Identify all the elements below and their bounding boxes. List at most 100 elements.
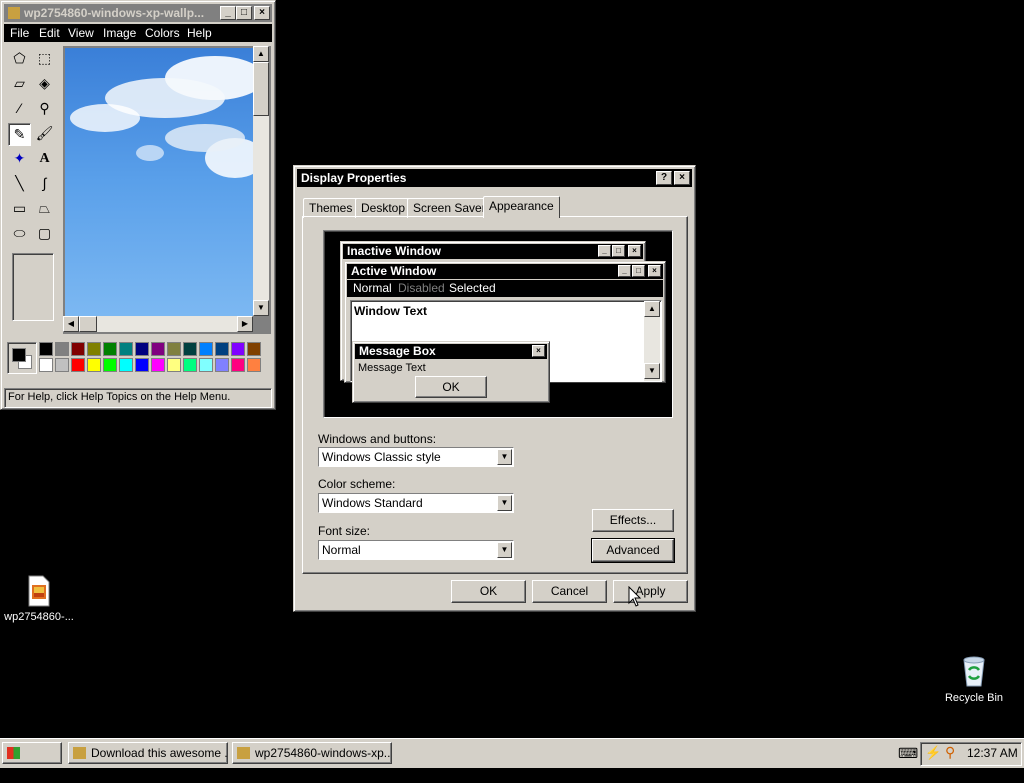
taskbar-item-paint[interactable]: wp2754860-windows-xp... bbox=[232, 742, 392, 764]
color-swatch[interactable] bbox=[183, 358, 197, 372]
start-button[interactable]: FOUDA bbox=[2, 742, 62, 780]
display-titlebar[interactable]: Display Properties ? × bbox=[297, 169, 692, 187]
color-swatch[interactable] bbox=[119, 358, 133, 372]
menu-image[interactable]: Image bbox=[103, 24, 136, 42]
color-picker-tool[interactable]: ⁄ bbox=[8, 98, 31, 121]
recycle-bin-icon[interactable]: Recycle Bin bbox=[940, 656, 1008, 712]
windows-buttons-select[interactable]: Windows Classic style ▼ bbox=[318, 447, 514, 467]
font-size-select[interactable]: Normal ▼ bbox=[318, 540, 514, 560]
color-swatch[interactable] bbox=[55, 342, 69, 356]
network-icon[interactable]: ⚡ bbox=[925, 745, 941, 761]
vertical-scrollbar[interactable]: ▲ ▼ bbox=[253, 46, 269, 316]
color-swatch[interactable] bbox=[247, 358, 261, 372]
color-swatch[interactable] bbox=[71, 358, 85, 372]
paint-title: wp2754860-windows-xp-wallp... bbox=[24, 6, 205, 20]
menu-file[interactable]: File bbox=[10, 24, 29, 42]
scroll-right-button[interactable]: ▶ bbox=[237, 316, 253, 332]
color-swatch[interactable] bbox=[103, 342, 117, 356]
tab-themes[interactable]: Themes bbox=[303, 198, 359, 218]
advanced-button[interactable]: Advanced bbox=[591, 538, 675, 563]
taskbar-item-download[interactable]: Download this awesome ... bbox=[68, 742, 228, 764]
menu-view[interactable]: View bbox=[68, 24, 94, 42]
color-swatch[interactable] bbox=[231, 358, 245, 372]
help-button[interactable]: ? bbox=[656, 171, 672, 185]
search-icon[interactable]: ⚲ bbox=[945, 744, 955, 761]
close-button[interactable]: × bbox=[674, 171, 690, 185]
rounded-rectangle-tool[interactable]: ▢ bbox=[33, 223, 56, 246]
color-swatch[interactable] bbox=[135, 342, 149, 356]
clock[interactable]: 12:37 AM bbox=[967, 746, 1018, 760]
free-select-tool[interactable]: ⬠ bbox=[8, 48, 31, 71]
pencil-tool[interactable]: ✎ bbox=[8, 123, 31, 146]
tab-appearance[interactable]: Appearance bbox=[483, 196, 560, 218]
chevron-down-icon[interactable]: ▼ bbox=[497, 495, 512, 511]
taskbar-item-label: wp2754860-windows-xp... bbox=[255, 746, 392, 760]
color-swatch[interactable] bbox=[151, 358, 165, 372]
line-tool[interactable]: ╲ bbox=[8, 173, 31, 196]
tab-desktop[interactable]: Desktop bbox=[355, 198, 412, 218]
preview-scrollbar: ▲ ▼ bbox=[644, 301, 660, 381]
windows-buttons-value: Windows Classic style bbox=[322, 450, 441, 464]
scroll-down-button[interactable]: ▼ bbox=[253, 300, 269, 316]
color-swatch[interactable] bbox=[39, 358, 53, 372]
color-scheme-select[interactable]: Windows Standard ▼ bbox=[318, 493, 514, 513]
paint-titlebar[interactable]: wp2754860-windows-xp-wallp... _ □ × bbox=[4, 4, 272, 22]
eraser-tool[interactable]: ▱ bbox=[8, 73, 31, 96]
magnifier-tool[interactable]: ⚲ bbox=[33, 98, 56, 121]
vertical-scroll-thumb[interactable] bbox=[253, 62, 269, 116]
brush-tool[interactable]: 🖌 bbox=[33, 123, 56, 146]
preview-close-icon: × bbox=[532, 345, 545, 357]
current-colors[interactable] bbox=[7, 342, 37, 374]
color-swatch[interactable] bbox=[71, 342, 85, 356]
keyboard-icon[interactable]: ⌨ bbox=[898, 745, 918, 762]
maximize-button[interactable]: □ bbox=[236, 6, 252, 20]
chevron-down-icon[interactable]: ▼ bbox=[497, 542, 512, 558]
scroll-up-button[interactable]: ▲ bbox=[253, 46, 269, 62]
effects-button[interactable]: Effects... bbox=[592, 509, 674, 532]
menu-edit[interactable]: Edit bbox=[39, 24, 60, 42]
horizontal-scrollbar[interactable]: ◀ ▶ bbox=[63, 316, 253, 332]
preview-message-box: Message Box × Message Text OK bbox=[352, 341, 550, 403]
color-swatch[interactable] bbox=[39, 342, 53, 356]
scroll-left-button[interactable]: ◀ bbox=[63, 316, 79, 332]
apply-button[interactable]: Apply bbox=[613, 580, 688, 603]
color-swatch[interactable] bbox=[135, 358, 149, 372]
ellipse-tool[interactable]: ⬭ bbox=[8, 223, 31, 246]
preview-msgbox-titlebar: Message Box × bbox=[355, 344, 547, 359]
minimize-button[interactable]: _ bbox=[220, 6, 236, 20]
color-swatch[interactable] bbox=[231, 342, 245, 356]
color-swatch[interactable] bbox=[199, 342, 213, 356]
color-swatch[interactable] bbox=[167, 342, 181, 356]
tool-options-box[interactable] bbox=[12, 253, 54, 321]
color-swatch[interactable] bbox=[55, 358, 69, 372]
tab-screen-saver[interactable]: Screen Saver bbox=[407, 198, 492, 218]
tool-box: ⬠ ⬚ ▱ ◈ ⁄ ⚲ ✎ 🖌 ✦ A ╲ ∫ ▭ ⏢ ⬭ ▢ bbox=[6, 47, 58, 325]
cancel-button[interactable]: Cancel bbox=[532, 580, 607, 603]
color-swatch[interactable] bbox=[151, 342, 165, 356]
color-swatch[interactable] bbox=[247, 342, 261, 356]
color-swatch[interactable] bbox=[87, 342, 101, 356]
horizontal-scroll-thumb[interactable] bbox=[79, 316, 97, 332]
color-swatch[interactable] bbox=[199, 358, 213, 372]
curve-tool[interactable]: ∫ bbox=[33, 173, 56, 196]
color-swatch[interactable] bbox=[215, 358, 229, 372]
rect-select-tool[interactable]: ⬚ bbox=[33, 48, 56, 71]
drawing-canvas[interactable] bbox=[65, 48, 253, 316]
text-tool[interactable]: A bbox=[33, 148, 56, 171]
desktop-file-icon[interactable]: wp2754860-... bbox=[0, 575, 78, 625]
chevron-down-icon[interactable]: ▼ bbox=[497, 449, 512, 465]
airbrush-tool[interactable]: ✦ bbox=[8, 148, 31, 171]
color-swatch[interactable] bbox=[183, 342, 197, 356]
color-swatch[interactable] bbox=[119, 342, 133, 356]
fill-tool[interactable]: ◈ bbox=[33, 73, 56, 96]
color-swatch[interactable] bbox=[103, 358, 117, 372]
polygon-tool[interactable]: ⏢ bbox=[33, 198, 56, 221]
menu-help[interactable]: Help bbox=[187, 24, 212, 42]
ok-button[interactable]: OK bbox=[451, 580, 526, 603]
color-swatch[interactable] bbox=[215, 342, 229, 356]
menu-colors[interactable]: Colors bbox=[145, 24, 180, 42]
rectangle-tool[interactable]: ▭ bbox=[8, 198, 31, 221]
color-swatch[interactable] bbox=[167, 358, 181, 372]
close-button[interactable]: × bbox=[254, 6, 270, 20]
color-swatch[interactable] bbox=[87, 358, 101, 372]
